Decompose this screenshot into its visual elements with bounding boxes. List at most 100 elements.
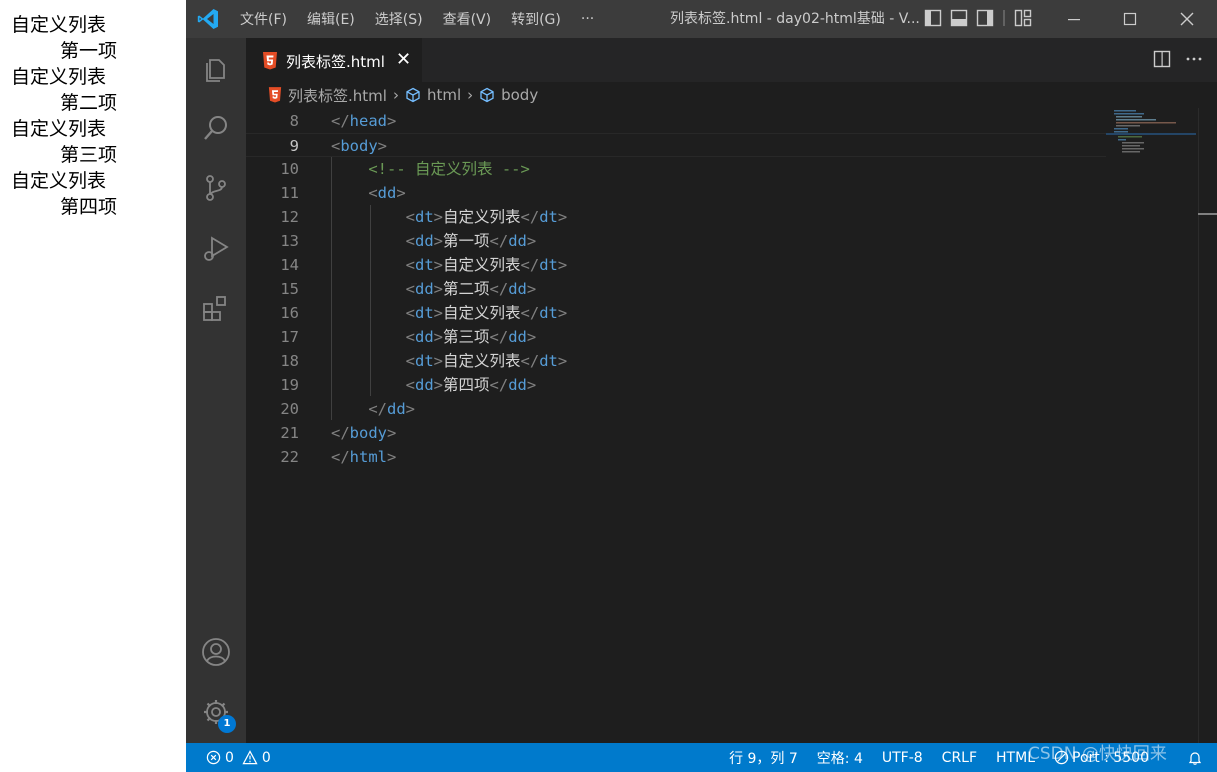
explorer-icon[interactable] bbox=[200, 52, 232, 84]
toggle-secondary-sidebar-icon[interactable] bbox=[976, 9, 994, 27]
editor-tab-bar: 列表标签.html ✕ bbox=[246, 38, 1217, 82]
code-line[interactable]: 15 <dd>第二项</dd> bbox=[246, 277, 1106, 301]
more-actions-icon[interactable] bbox=[1185, 50, 1203, 68]
account-icon[interactable] bbox=[200, 636, 232, 668]
code-token: > bbox=[377, 137, 388, 155]
toggle-panel-icon[interactable] bbox=[950, 9, 968, 27]
code-text: <body> bbox=[331, 134, 387, 158]
encoding[interactable]: UTF-8 bbox=[882, 750, 923, 766]
breadcrumb-html-label: html bbox=[426, 86, 462, 104]
code-line[interactable]: 19 <dd>第四项</dd> bbox=[246, 373, 1106, 397]
notifications-bell-icon[interactable] bbox=[1187, 750, 1203, 766]
extensions-icon[interactable] bbox=[200, 292, 232, 324]
code-editor[interactable]: 8 </head> 9 <body> 10 <!-- 自定义列表 --> 11 <dd> 1… bbox=[246, 108, 1106, 743]
code-line[interactable]: 12 <dt>自定义列表</dt> bbox=[246, 205, 1106, 229]
error-icon bbox=[206, 750, 221, 765]
line-number: 19 bbox=[280, 376, 299, 394]
tab-label: 列表标签.html bbox=[286, 53, 385, 71]
toggle-primary-sidebar-icon[interactable] bbox=[924, 9, 942, 27]
code-text: <dd>第二项</dd> bbox=[331, 277, 537, 301]
code-token: </ bbox=[489, 328, 509, 346]
code-token: 自定义列表 bbox=[443, 304, 521, 322]
preview-dt: 自定义列表 bbox=[11, 66, 107, 88]
breadcrumb-html[interactable]: html bbox=[405, 86, 461, 104]
code-token: </ bbox=[331, 424, 350, 442]
code-line[interactable]: 17 <dd>第三项</dd> bbox=[246, 325, 1106, 349]
breadcrumb-body[interactable]: body bbox=[479, 86, 538, 104]
code-token: head bbox=[349, 112, 387, 130]
code-line[interactable]: 11 <dd> bbox=[246, 181, 1106, 205]
menu-view[interactable]: 查看(V) bbox=[443, 9, 492, 29]
tab-list-html[interactable]: 列表标签.html ✕ bbox=[246, 38, 422, 82]
code-line[interactable]: 8 </head> bbox=[246, 109, 1106, 133]
vscode-window: 文件(F) 编辑(E) 选择(S) 查看(V) 转到(G) ··· 列表标签.h… bbox=[186, 0, 1217, 772]
line-number: 12 bbox=[280, 208, 299, 226]
editor-scrollbar[interactable] bbox=[1198, 108, 1217, 743]
code-token: < bbox=[331, 137, 341, 155]
code-token: 自定义列表 bbox=[443, 208, 521, 226]
menu-file[interactable]: 文件(F) bbox=[240, 9, 287, 29]
minimize-button[interactable] bbox=[1051, 0, 1097, 38]
code-line[interactable]: 22 </html> bbox=[246, 445, 1106, 469]
breadcrumb-file[interactable]: 列表标签.html bbox=[268, 85, 387, 106]
source-control-icon[interactable] bbox=[200, 172, 232, 204]
close-icon bbox=[1180, 12, 1194, 26]
code-token: < bbox=[405, 280, 415, 298]
code-token: < bbox=[405, 304, 415, 322]
line-number: 18 bbox=[280, 352, 299, 370]
line-number: 14 bbox=[280, 256, 299, 274]
code-token: </ bbox=[331, 448, 350, 466]
menu-more[interactable]: ··· bbox=[581, 11, 594, 27]
code-line[interactable]: 14 <dt>自定义列表</dt> bbox=[246, 253, 1106, 277]
customize-layout-icon[interactable] bbox=[1014, 9, 1032, 27]
code-text: <dd>第四项</dd> bbox=[331, 373, 537, 397]
cursor-position[interactable]: 行 9，列 7 bbox=[729, 748, 798, 768]
split-editor-icon[interactable] bbox=[1153, 50, 1171, 68]
code-token: > bbox=[433, 304, 444, 322]
code-line[interactable]: 9 <body> bbox=[246, 133, 1106, 157]
breadcrumb-body-label: body bbox=[501, 86, 539, 104]
code-line[interactable]: 10 <!-- 自定义列表 --> bbox=[246, 157, 1106, 181]
menu-go[interactable]: 转到(G) bbox=[511, 9, 561, 29]
maximize-button[interactable] bbox=[1107, 0, 1153, 38]
code-token: dt bbox=[415, 304, 434, 322]
code-token: dd bbox=[415, 280, 434, 298]
code-text: <dd>第三项</dd> bbox=[331, 325, 537, 349]
code-token: < bbox=[405, 328, 415, 346]
breadcrumb: 列表标签.html › html › body bbox=[246, 82, 1217, 108]
line-number: 13 bbox=[280, 232, 299, 250]
close-window-button[interactable] bbox=[1164, 0, 1210, 38]
code-line[interactable]: 21 </body> bbox=[246, 421, 1106, 445]
code-text: <dt>自定义列表</dt> bbox=[331, 253, 568, 277]
code-token: </ bbox=[520, 256, 540, 274]
menu-edit[interactable]: 编辑(E) bbox=[307, 9, 355, 29]
window-title: 列表标签.html - day02-html基础 - V... bbox=[670, 11, 920, 27]
code-token: < bbox=[405, 232, 415, 250]
code-token: body bbox=[340, 137, 378, 155]
divider-icon bbox=[1003, 10, 1005, 26]
line-number: 21 bbox=[280, 424, 299, 442]
code-line[interactable]: 16 <dt>自定义列表</dt> bbox=[246, 301, 1106, 325]
end-of-line[interactable]: CRLF bbox=[942, 750, 977, 766]
code-line[interactable]: 13 <dd>第一项</dd> bbox=[246, 229, 1106, 253]
line-number: 11 bbox=[280, 184, 299, 202]
line-number: 8 bbox=[289, 112, 299, 130]
code-line[interactable]: 18 <dt>自定义列表</dt> bbox=[246, 349, 1106, 373]
code-line[interactable]: 20 </dd> bbox=[246, 397, 1106, 421]
code-token: dd bbox=[415, 232, 434, 250]
code-token: < bbox=[405, 256, 415, 274]
code-token: > bbox=[387, 448, 397, 466]
indentation[interactable]: 空格: 4 bbox=[817, 748, 863, 768]
menu-selection[interactable]: 选择(S) bbox=[375, 9, 423, 29]
run-debug-icon[interactable] bbox=[200, 232, 232, 264]
tab-close-icon[interactable]: ✕ bbox=[396, 49, 411, 70]
search-icon[interactable] bbox=[200, 112, 232, 144]
activity-bar: 1 bbox=[186, 38, 246, 743]
code-text: <dt>自定义列表</dt> bbox=[331, 205, 568, 229]
code-token: dd bbox=[508, 328, 527, 346]
minimize-icon bbox=[1068, 19, 1080, 21]
code-token: </ bbox=[520, 208, 540, 226]
code-token: > bbox=[433, 352, 444, 370]
problems-indicator[interactable]: 0 0 bbox=[206, 743, 271, 772]
minimap[interactable] bbox=[1106, 108, 1196, 743]
